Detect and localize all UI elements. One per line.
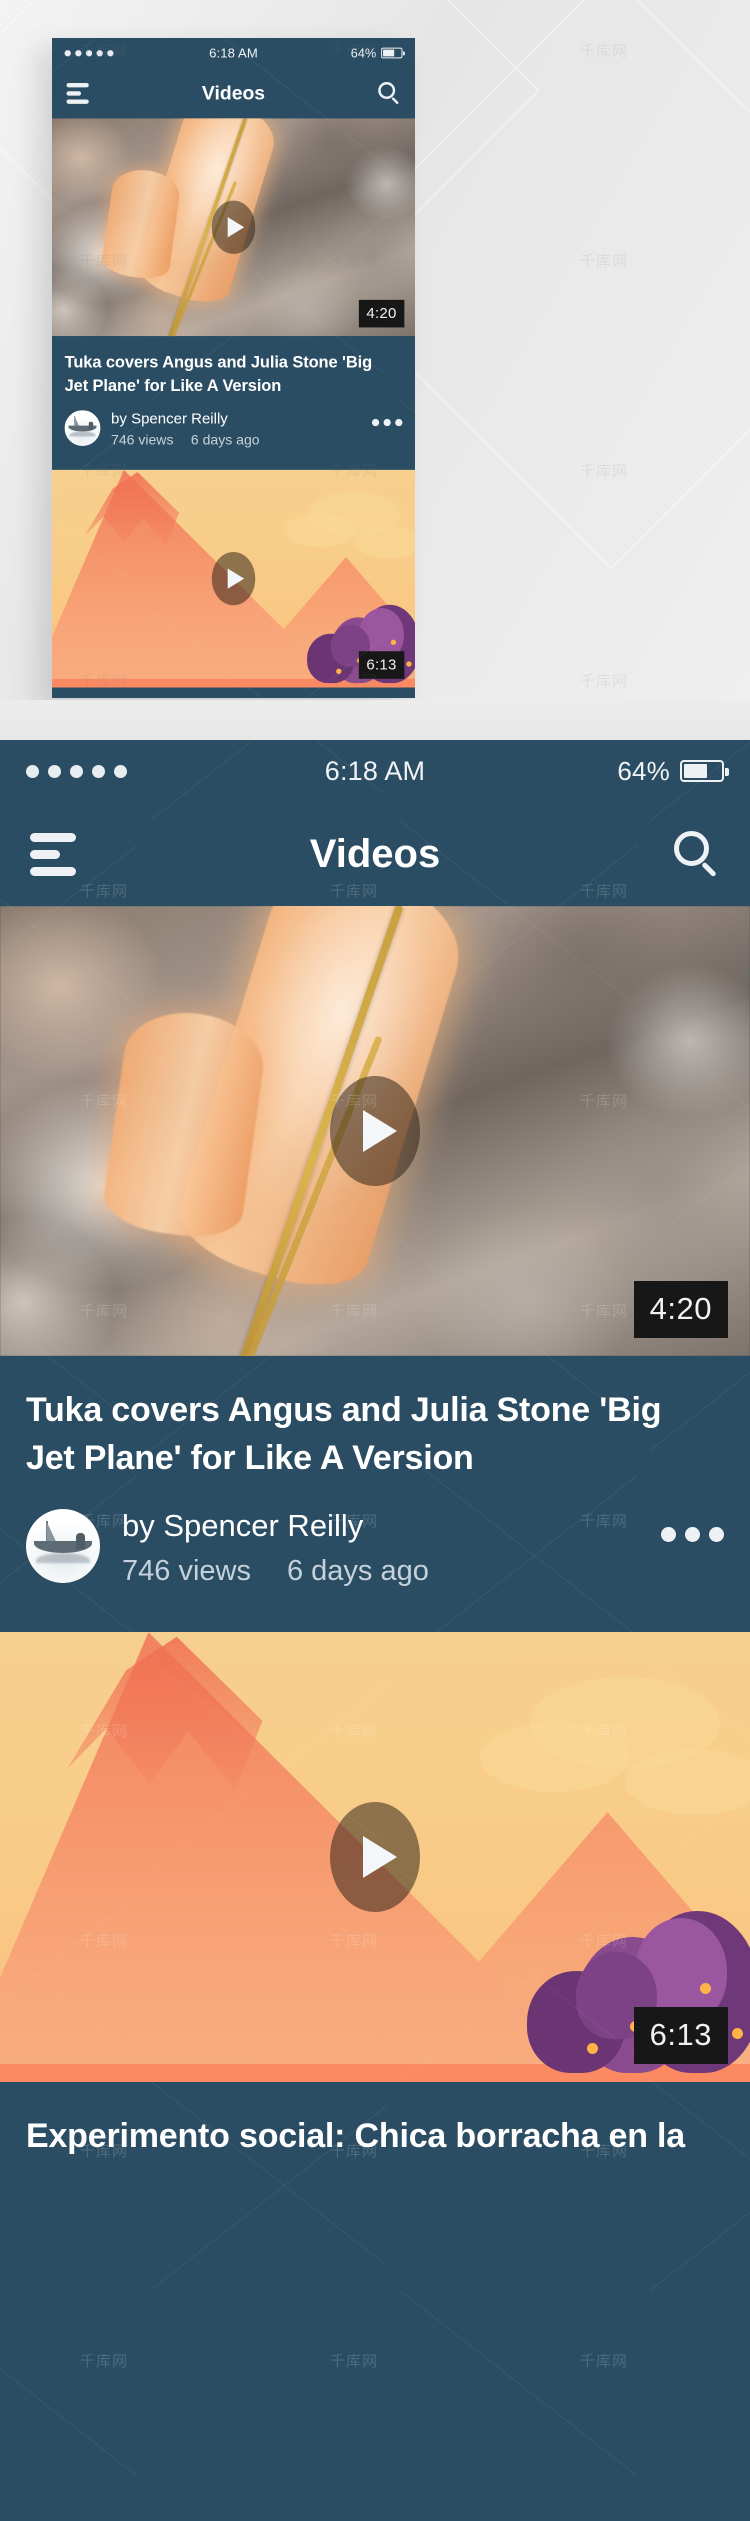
- video-published: 6 days ago: [286, 1555, 429, 1588]
- video-duration-badge: 4:20: [358, 299, 405, 328]
- video-thumbnail[interactable]: 6:13: [0, 1632, 750, 2083]
- nav-bar: Videos: [0, 802, 750, 906]
- search-icon[interactable]: [378, 82, 400, 105]
- nav-bar: Videos: [52, 68, 415, 119]
- video-title: Tuka covers Angus and Julia Stone 'Big J…: [26, 1391, 662, 1478]
- hamburger-icon[interactable]: [30, 832, 76, 876]
- play-icon[interactable]: [211, 552, 256, 606]
- battery-percent-label: 64%: [350, 45, 377, 61]
- kebab-menu-icon[interactable]: [661, 1509, 724, 1542]
- video-thumbnail[interactable]: 4:20: [0, 906, 750, 1356]
- video-duration-badge: 6:13: [633, 2007, 728, 2065]
- play-icon[interactable]: [211, 200, 256, 254]
- battery-percent-label: 64%: [617, 755, 670, 786]
- phone-mockup-screen: 6:18 AM 64% Videos 4:20 Tuka covers Angu…: [52, 38, 415, 698]
- video-meta-partial: Experimento social: Chica borracha en la: [52, 687, 415, 698]
- play-icon[interactable]: [330, 1076, 420, 1186]
- boat-avatar[interactable]: [26, 1508, 100, 1583]
- hamburger-icon[interactable]: [66, 82, 89, 104]
- video-thumbnail[interactable]: 6:13: [52, 469, 415, 688]
- video-byline-row: by Spencer Reilly 746 views 6 days ago: [64, 409, 403, 449]
- video-title: Experimento social: Chica borracha en la: [26, 2117, 686, 2156]
- byline-text: by Spencer Reilly 746 views 6 days ago: [122, 1508, 647, 1589]
- video-byline-row: by Spencer Reilly 746 views 6 days ago: [26, 1508, 724, 1589]
- video-views: 746 views: [111, 432, 174, 449]
- screenshot-root: 6:18 AM 64% Videos 4:20 Tuka covers Angu…: [0, 0, 750, 2521]
- video-stats: 746 views 6 days ago: [111, 433, 365, 449]
- page-title: Videos: [201, 82, 266, 104]
- phone-mockup-frame: 6:18 AM 64% Videos 4:20 Tuka covers Angu…: [52, 38, 415, 698]
- kebab-menu-icon[interactable]: [371, 410, 403, 426]
- play-icon[interactable]: [330, 1802, 420, 1913]
- video-meta: Tuka covers Angus and Julia Stone 'Big J…: [0, 1356, 750, 1623]
- section-spacer: [0, 700, 750, 740]
- status-bar: 6:18 AM 64%: [52, 38, 415, 69]
- video-author[interactable]: by Spencer Reilly: [111, 410, 365, 427]
- battery-icon: [381, 47, 405, 59]
- video-thumbnail[interactable]: 4:20: [52, 118, 415, 337]
- battery-icon: [680, 760, 729, 782]
- video-meta: Tuka covers Angus and Julia Stone 'Big J…: [52, 336, 415, 466]
- app-screen-full: 6:18 AM 64% Videos 4:20 Tuka covers Angu…: [0, 740, 750, 2161]
- video-title: Tuka covers Angus and Julia Stone 'Big J…: [64, 353, 373, 395]
- app-screen-preview: 6:18 AM 64% Videos 4:20 Tuka covers Angu…: [52, 38, 415, 698]
- video-published: 6 days ago: [190, 432, 260, 449]
- byline-text: by Spencer Reilly 746 views 6 days ago: [111, 410, 365, 449]
- status-bar: 6:18 AM 64%: [0, 740, 750, 802]
- video-stats: 746 views 6 days ago: [122, 1555, 647, 1588]
- search-icon[interactable]: [674, 831, 720, 878]
- card-divider: [0, 1622, 750, 1633]
- video-views: 746 views: [122, 1555, 251, 1588]
- video-meta-partial: Experimento social: Chica borracha en la: [0, 2082, 750, 2161]
- video-author[interactable]: by Spencer Reilly: [122, 1508, 647, 1544]
- boat-avatar[interactable]: [64, 409, 101, 446]
- preview-mockup-section: 6:18 AM 64% Videos 4:20 Tuka covers Angu…: [0, 0, 750, 700]
- video-duration-badge: 6:13: [358, 651, 405, 679]
- full-size-screen-section: 6:18 AM 64% Videos 4:20 Tuka covers Angu…: [0, 700, 750, 2521]
- status-bar-right: 64%: [617, 755, 729, 787]
- status-bar-right: 64%: [350, 45, 405, 61]
- page-title: Videos: [309, 831, 441, 876]
- video-duration-badge: 4:20: [633, 1281, 728, 1338]
